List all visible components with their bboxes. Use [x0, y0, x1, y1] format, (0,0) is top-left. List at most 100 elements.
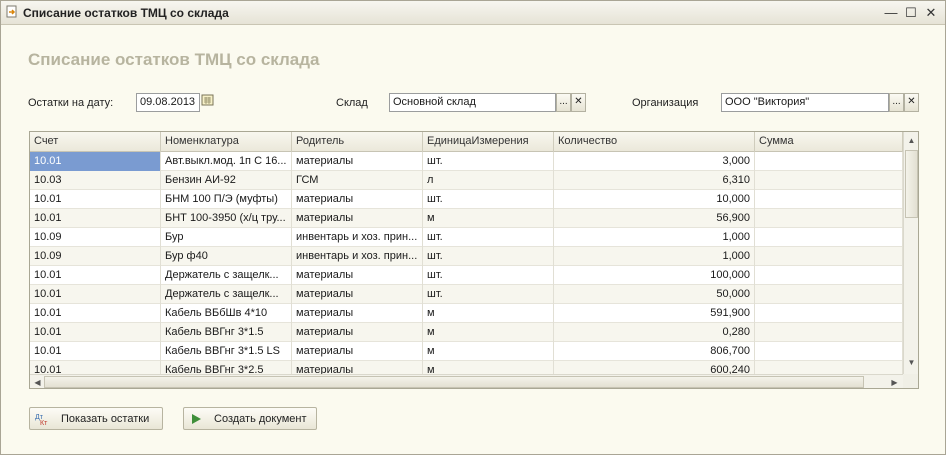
cell-quantity[interactable]: 56,900 — [554, 209, 755, 228]
scroll-down-arrow-icon[interactable]: ▼ — [905, 356, 918, 369]
warehouse-field[interactable]: Основной склад — [389, 93, 556, 112]
cell-nomenclature[interactable]: Кабель ВВГнг 3*1.5 — [161, 323, 292, 342]
header-col-sum[interactable]: Сумма — [755, 132, 903, 152]
cell-parent[interactable]: материалы — [292, 266, 423, 285]
header-col-parent[interactable]: Родитель — [292, 132, 423, 152]
cell-sum[interactable] — [755, 342, 903, 361]
close-button[interactable]: ✕ — [923, 5, 939, 20]
cell-sum[interactable] — [755, 190, 903, 209]
table-row[interactable]: 10.09 Бур ф40 инвентарь и хоз. прин... шт. 1… — [30, 247, 903, 266]
cell-parent[interactable]: материалы — [292, 342, 423, 361]
cell-parent[interactable]: материалы — [292, 152, 423, 171]
cell-parent[interactable]: материалы — [292, 323, 423, 342]
cell-sum[interactable] — [755, 209, 903, 228]
cell-quantity[interactable]: 10,000 — [554, 190, 755, 209]
cell-unit[interactable]: шт. — [423, 247, 554, 266]
cell-unit[interactable]: шт. — [423, 228, 554, 247]
table-row[interactable]: 10.01 БНТ 100-3950 (х/ц тру... материалы м 5… — [30, 209, 903, 228]
table-row[interactable]: 10.01 Авт.выкл.мод. 1п С 16... материалы шт… — [30, 152, 903, 171]
show-balances-button[interactable]: Дт Кт Показать остатки — [29, 407, 163, 430]
cell-parent[interactable]: ГСМ — [292, 171, 423, 190]
cell-account[interactable]: 10.03 — [30, 171, 161, 190]
horizontal-scroll-thumb[interactable] — [44, 376, 864, 388]
cell-nomenclature[interactable]: БНМ 100 П/Э (муфты) — [161, 190, 292, 209]
cell-sum[interactable] — [755, 285, 903, 304]
cell-parent[interactable]: инвентарь и хоз. прин... — [292, 228, 423, 247]
cell-sum[interactable] — [755, 171, 903, 190]
cell-parent[interactable]: материалы — [292, 304, 423, 323]
cell-unit[interactable]: л — [423, 171, 554, 190]
calendar-icon[interactable] — [200, 93, 215, 112]
cell-quantity[interactable]: 1,000 — [554, 247, 755, 266]
scroll-left-arrow-icon[interactable]: ◀ — [31, 376, 44, 388]
organization-clear-button[interactable]: ✕ — [904, 93, 919, 112]
maximize-button[interactable]: ☐ — [903, 5, 919, 20]
organization-field[interactable]: ООО "Виктория" — [721, 93, 889, 112]
vertical-scroll-thumb[interactable] — [905, 150, 918, 218]
scroll-up-arrow-icon[interactable]: ▲ — [905, 134, 918, 147]
horizontal-scrollbar[interactable]: ◀ ▶ — [30, 374, 903, 388]
cell-unit[interactable]: шт. — [423, 266, 554, 285]
cell-account[interactable]: 10.01 — [30, 323, 161, 342]
scroll-right-arrow-icon[interactable]: ▶ — [888, 376, 901, 388]
minimize-button[interactable]: — — [883, 5, 899, 20]
cell-sum[interactable] — [755, 228, 903, 247]
organization-select-button[interactable]: ... — [889, 93, 904, 112]
cell-parent[interactable]: инвентарь и хоз. прин... — [292, 247, 423, 266]
header-col-account[interactable]: Счет — [30, 132, 161, 152]
cell-unit[interactable]: шт. — [423, 285, 554, 304]
cell-parent[interactable]: материалы — [292, 209, 423, 228]
date-field[interactable]: 09.08.2013 — [136, 93, 200, 112]
cell-account[interactable]: 10.01 — [30, 342, 161, 361]
warehouse-select-button[interactable]: ... — [556, 93, 571, 112]
cell-account[interactable]: 10.01 — [30, 304, 161, 323]
cell-nomenclature[interactable]: Бензин АИ-92 — [161, 171, 292, 190]
cell-nomenclature[interactable]: Бур — [161, 228, 292, 247]
header-col-unit[interactable]: ЕдиницаИзмерения — [423, 132, 554, 152]
table-row[interactable]: 10.03 Бензин АИ-92 ГСМ л 6,310 — [30, 171, 903, 190]
cell-parent[interactable]: материалы — [292, 190, 423, 209]
cell-unit[interactable]: м — [423, 209, 554, 228]
cell-nomenclature[interactable]: Бур ф40 — [161, 247, 292, 266]
cell-sum[interactable] — [755, 266, 903, 285]
cell-quantity[interactable]: 0,280 — [554, 323, 755, 342]
table-row[interactable]: 10.01 БНМ 100 П/Э (муфты) материалы шт. 10,0… — [30, 190, 903, 209]
cell-nomenclature[interactable]: БНТ 100-3950 (х/ц тру... — [161, 209, 292, 228]
warehouse-clear-button[interactable]: ✕ — [571, 93, 586, 112]
table-row[interactable]: 10.01 Кабель ВВГнг 3*1.5 материалы м 0,280 — [30, 323, 903, 342]
cell-account[interactable]: 10.01 — [30, 190, 161, 209]
cell-parent[interactable]: материалы — [292, 285, 423, 304]
cell-quantity[interactable]: 50,000 — [554, 285, 755, 304]
balances-table[interactable]: Счет Номенклатура Родитель ЕдиницаИзмерения… — [29, 131, 919, 389]
cell-unit[interactable]: шт. — [423, 152, 554, 171]
cell-quantity[interactable]: 6,310 — [554, 171, 755, 190]
cell-account[interactable]: 10.09 — [30, 228, 161, 247]
cell-sum[interactable] — [755, 323, 903, 342]
cell-nomenclature[interactable]: Кабель ВБбШв 4*10 — [161, 304, 292, 323]
cell-sum[interactable] — [755, 247, 903, 266]
cell-nomenclature[interactable]: Авт.выкл.мод. 1п С 16... — [161, 152, 292, 171]
cell-quantity[interactable]: 100,000 — [554, 266, 755, 285]
cell-quantity[interactable]: 591,900 — [554, 304, 755, 323]
cell-account[interactable]: 10.01 — [30, 209, 161, 228]
cell-nomenclature[interactable]: Держатель с защелк... — [161, 285, 292, 304]
cell-nomenclature[interactable]: Держатель с защелк... — [161, 266, 292, 285]
cell-unit[interactable]: шт. — [423, 190, 554, 209]
cell-sum[interactable] — [755, 304, 903, 323]
cell-nomenclature[interactable]: Кабель ВВГнг 3*1.5 LS — [161, 342, 292, 361]
cell-sum[interactable] — [755, 152, 903, 171]
table-row[interactable]: 10.01 Держатель с защелк... материалы шт. 50… — [30, 285, 903, 304]
table-row[interactable]: 10.01 Кабель ВВГнг 3*1.5 LS материалы м 806,… — [30, 342, 903, 361]
header-col-quantity[interactable]: Количество — [554, 132, 755, 152]
cell-quantity[interactable]: 1,000 — [554, 228, 755, 247]
table-row[interactable]: 10.01 Кабель ВБбШв 4*10 материалы м 591,900 — [30, 304, 903, 323]
header-col-nomenclature[interactable]: Номенклатура — [161, 132, 292, 152]
table-row[interactable]: 10.01 Держатель с защелк... материалы шт. 10… — [30, 266, 903, 285]
cell-quantity[interactable]: 3,000 — [554, 152, 755, 171]
cell-unit[interactable]: м — [423, 323, 554, 342]
cell-account[interactable]: 10.01 — [30, 266, 161, 285]
cell-account[interactable]: 10.01 — [30, 285, 161, 304]
cell-quantity[interactable]: 806,700 — [554, 342, 755, 361]
table-row[interactable]: 10.09 Бур инвентарь и хоз. прин... шт. 1,000 — [30, 228, 903, 247]
cell-account[interactable]: 10.09 — [30, 247, 161, 266]
